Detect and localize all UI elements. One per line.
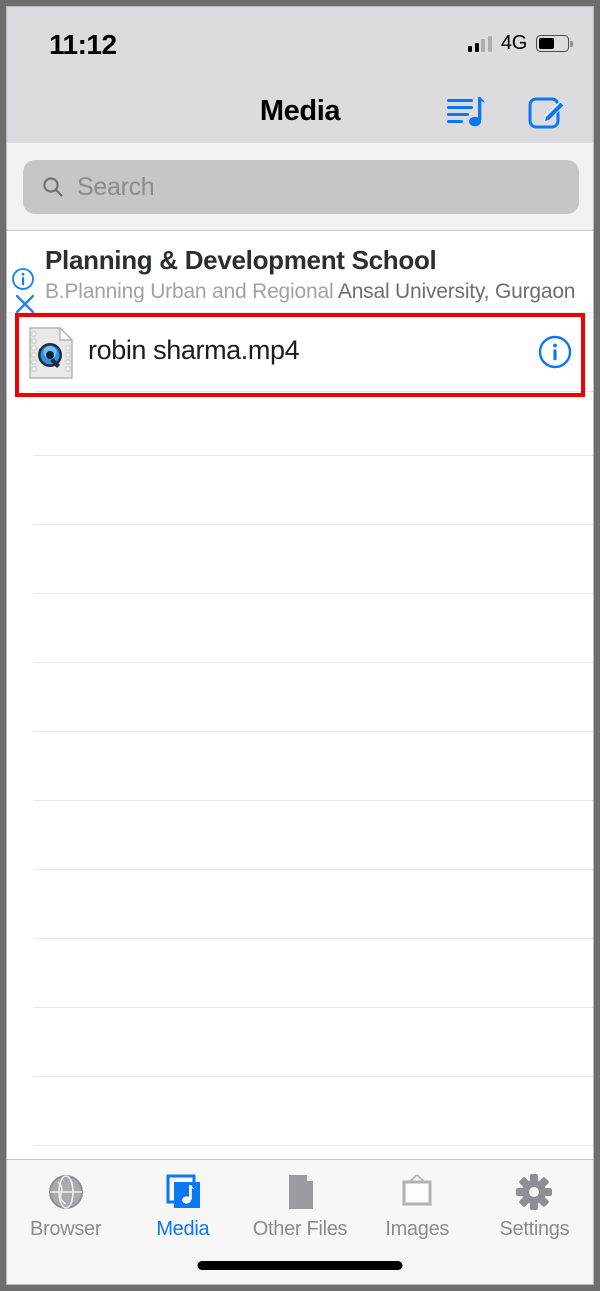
navigation-bar: Media: [7, 79, 593, 143]
battery-icon: [536, 35, 573, 52]
search-input[interactable]: Search: [23, 160, 579, 214]
media-music-icon: [160, 1169, 206, 1215]
row-separator: [34, 938, 593, 939]
status-time: 11:12: [49, 29, 117, 60]
row-separator: [35, 391, 593, 392]
tab-bar: Browser Media Other Files Images Setting…: [7, 1159, 593, 1284]
tab-label: Browser: [29, 1218, 102, 1240]
home-indicator-bar[interactable]: [197, 1261, 403, 1270]
tab-label: Other Files: [252, 1218, 348, 1240]
tab-other-files[interactable]: Other Files: [241, 1169, 358, 1241]
compose-icon[interactable]: [525, 93, 569, 131]
status-indicators: 4G: [468, 32, 573, 55]
file-name-label: robin sharma.mp4: [88, 335, 300, 365]
document-icon: [277, 1169, 323, 1215]
tab-label: Images: [385, 1218, 450, 1240]
info-circle-icon[interactable]: [11, 267, 35, 291]
row-separator: [34, 731, 593, 732]
list-header: Planning & Development School B.Planning…: [7, 232, 593, 313]
tab-settings[interactable]: Settings: [476, 1169, 593, 1241]
row-separator: [34, 1076, 593, 1077]
row-separator: [34, 1007, 593, 1008]
list-header-title: Planning & Development School: [45, 245, 437, 275]
tab-label: Settings: [499, 1218, 570, 1240]
search-bar-container: Search: [7, 143, 593, 231]
row-separator: [34, 800, 593, 801]
signal-strength-icon: [468, 35, 492, 52]
music-list-icon[interactable]: [445, 93, 489, 131]
empty-list-rows: [7, 397, 593, 1161]
status-bar: 11:12 4G: [7, 7, 593, 79]
subtitle-institution: Ansal University, Gurgaon: [337, 280, 576, 303]
row-separator: [34, 593, 593, 594]
picture-frame-icon: [394, 1169, 440, 1215]
file-list-item[interactable]: robin sharma.mp4: [8, 313, 593, 392]
tab-browser[interactable]: Browser: [7, 1169, 124, 1241]
row-separator: [34, 524, 593, 525]
search-placeholder: Search: [77, 172, 155, 201]
row-separator: [34, 1145, 593, 1146]
info-circle-icon[interactable]: [538, 335, 572, 369]
row-separator: [34, 869, 593, 870]
tab-label: Media: [156, 1218, 210, 1240]
globe-icon: [43, 1169, 89, 1215]
network-type-label: 4G: [500, 32, 527, 54]
list-header-subtitle: B.Planning Urban and Regional Ansal Univ…: [45, 280, 575, 304]
row-separator: [34, 455, 593, 456]
gear-icon: [511, 1169, 557, 1215]
subtitle-program: B.Planning Urban and Regional: [45, 280, 334, 303]
tab-media[interactable]: Media: [124, 1169, 241, 1241]
page-title: Media: [259, 95, 341, 127]
quicktime-movie-file-icon: [29, 327, 73, 379]
tab-images[interactable]: Images: [359, 1169, 476, 1241]
row-separator: [34, 662, 593, 663]
search-icon: [43, 177, 63, 197]
phone-screen: 11:12 4G Media Search Planning & Develop…: [6, 6, 594, 1285]
